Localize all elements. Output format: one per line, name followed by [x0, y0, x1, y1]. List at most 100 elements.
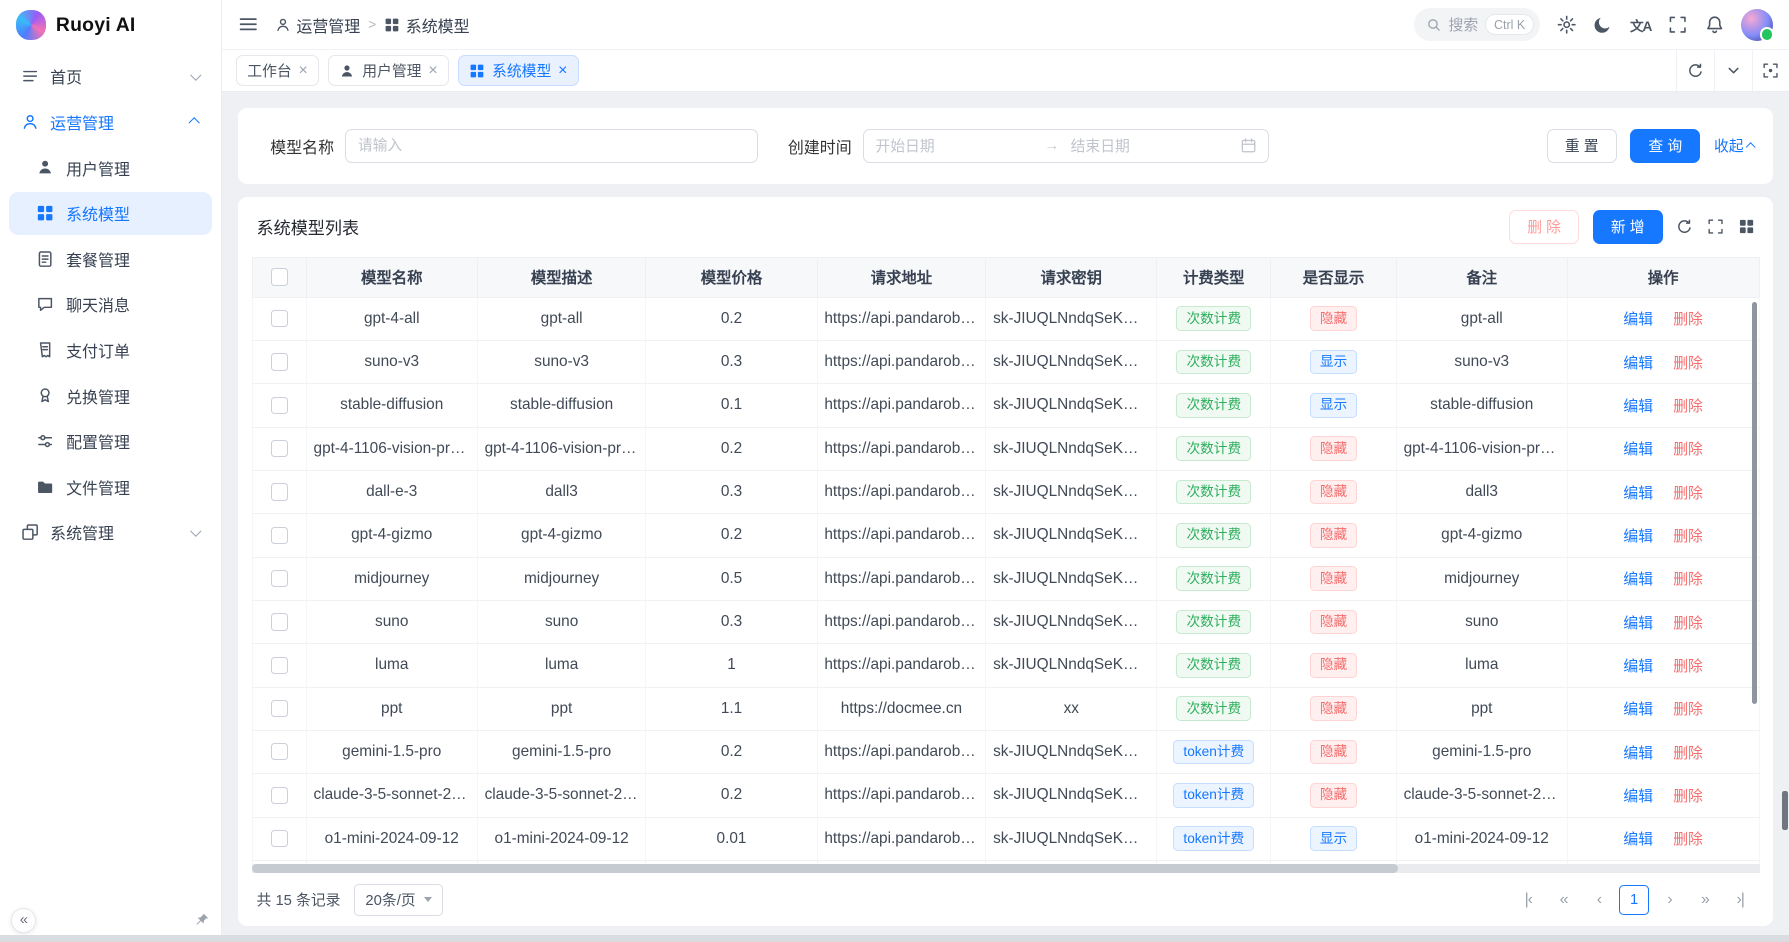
page-size-select[interactable]: 20条/页	[354, 884, 443, 916]
delete-link[interactable]: 删除	[1673, 702, 1703, 718]
delete-link[interactable]: 删除	[1673, 572, 1703, 588]
settings-button[interactable]	[1557, 15, 1576, 34]
first-page-button[interactable]: |‹	[1513, 885, 1543, 915]
table-horizontal-scrollbar[interactable]	[252, 864, 1760, 873]
sidebar-item-config-management[interactable]: 配置管理	[9, 419, 212, 462]
row-checkbox[interactable]	[271, 527, 288, 544]
edit-link[interactable]: 编辑	[1623, 442, 1653, 458]
sidebar-item-package-management[interactable]: 套餐管理	[9, 237, 212, 280]
close-icon[interactable]: ×	[558, 63, 567, 79]
select-all-checkbox[interactable]	[271, 268, 288, 285]
batch-delete-button[interactable]: 删 除	[1509, 210, 1579, 244]
query-button[interactable]: 查 询	[1630, 129, 1700, 163]
edit-link[interactable]: 编辑	[1623, 572, 1653, 588]
row-checkbox[interactable]	[271, 700, 288, 717]
model-name-input[interactable]	[345, 129, 758, 163]
global-search[interactable]: 搜索 Ctrl K	[1414, 8, 1540, 41]
user-avatar[interactable]	[1741, 9, 1773, 41]
edit-link[interactable]: 编辑	[1623, 312, 1653, 328]
delete-link[interactable]: 删除	[1673, 312, 1703, 328]
row-checkbox[interactable]	[271, 613, 288, 630]
visibility-tag: 隐藏	[1310, 566, 1358, 591]
refresh-page-button[interactable]	[1676, 50, 1714, 91]
close-icon[interactable]: ×	[299, 63, 308, 79]
sidebar-item-file-management[interactable]: 文件管理	[9, 465, 212, 508]
row-checkbox[interactable]	[271, 570, 288, 587]
delete-link[interactable]: 删除	[1673, 789, 1703, 805]
edit-link[interactable]: 编辑	[1623, 832, 1653, 848]
pin-sidebar-button[interactable]	[194, 912, 210, 928]
scan-fullscreen-icon	[1762, 62, 1779, 79]
delete-link[interactable]: 删除	[1673, 746, 1703, 762]
delete-link[interactable]: 删除	[1673, 486, 1703, 502]
edit-link[interactable]: 编辑	[1623, 746, 1653, 762]
tab-system-model[interactable]: 系统模型 ×	[458, 55, 579, 86]
jump-back-button[interactable]: «	[1549, 885, 1579, 915]
sidebar-collapse-button[interactable]: «	[11, 908, 36, 933]
content-fullscreen-button[interactable]	[1752, 50, 1789, 91]
collapse-filter-link[interactable]: 收起	[1714, 135, 1755, 156]
close-icon[interactable]: ×	[428, 63, 437, 79]
billing-type-tag: 次数计费	[1176, 480, 1251, 505]
page-scrollbar-thumb[interactable]	[1782, 791, 1788, 830]
delete-link[interactable]: 删除	[1673, 529, 1703, 545]
language-button[interactable]: 文A	[1630, 15, 1651, 35]
edit-link[interactable]: 编辑	[1623, 399, 1653, 415]
edit-link[interactable]: 编辑	[1623, 356, 1653, 372]
edit-link[interactable]: 编辑	[1623, 789, 1653, 805]
row-checkbox[interactable]	[271, 787, 288, 804]
reset-button[interactable]: 重 置	[1547, 129, 1617, 163]
sidebar-item-system-management[interactable]: 系统管理	[9, 511, 212, 554]
jump-forward-button[interactable]: »	[1690, 885, 1720, 915]
current-page[interactable]: 1	[1619, 885, 1649, 915]
next-page-button[interactable]: ›	[1655, 885, 1685, 915]
sidebar-item-home[interactable]: 首页	[9, 55, 212, 98]
sidebar-item-user-management[interactable]: 用户管理	[9, 146, 212, 189]
billing-type-tag: 次数计费	[1176, 566, 1251, 591]
last-page-button[interactable]: ›|	[1725, 885, 1755, 915]
delete-link[interactable]: 删除	[1673, 356, 1703, 372]
sidebar-item-payment-orders[interactable]: 支付订单	[9, 328, 212, 371]
date-range-picker[interactable]: 开始日期 → 结束日期	[863, 129, 1269, 163]
prev-page-button[interactable]: ‹	[1584, 885, 1614, 915]
dark-mode-button[interactable]	[1593, 15, 1612, 34]
row-checkbox[interactable]	[271, 743, 288, 760]
delete-link[interactable]: 删除	[1673, 832, 1703, 848]
edit-link[interactable]: 编辑	[1623, 486, 1653, 502]
edit-link[interactable]: 编辑	[1623, 616, 1653, 632]
table-vertical-scrollbar[interactable]	[1752, 302, 1758, 703]
sidebar-item-chat-messages[interactable]: 聊天消息	[9, 283, 212, 326]
tab-actions-dropdown[interactable]	[1714, 50, 1752, 91]
delete-link[interactable]: 删除	[1673, 442, 1703, 458]
sidebar-item-system-model[interactable]: 系统模型	[9, 192, 212, 235]
row-checkbox[interactable]	[271, 440, 288, 457]
row-checkbox[interactable]	[271, 397, 288, 414]
sidebar-toggle-button[interactable]	[238, 14, 259, 35]
row-checkbox[interactable]	[271, 310, 288, 327]
table-fullscreen-button[interactable]	[1707, 218, 1724, 235]
add-button[interactable]: 新 增	[1593, 210, 1663, 244]
refresh-table-button[interactable]	[1676, 218, 1693, 235]
tab-user-management[interactable]: 用户管理 ×	[328, 55, 449, 86]
breadcrumb-operations[interactable]: 运营管理	[275, 13, 360, 37]
row-checkbox[interactable]	[271, 830, 288, 847]
calendar-icon	[1240, 137, 1257, 154]
sidebar-item-exchange-management[interactable]: 兑换管理	[9, 374, 212, 417]
delete-link[interactable]: 删除	[1673, 616, 1703, 632]
column-settings-button[interactable]	[1738, 218, 1755, 235]
notifications-button[interactable]	[1705, 15, 1724, 34]
chevron-down-icon	[1725, 62, 1742, 79]
delete-link[interactable]: 删除	[1673, 399, 1703, 415]
edit-link[interactable]: 编辑	[1623, 659, 1653, 675]
chevron-down-icon	[191, 67, 199, 85]
row-checkbox[interactable]	[271, 353, 288, 370]
row-checkbox[interactable]	[271, 657, 288, 674]
row-checkbox[interactable]	[271, 483, 288, 500]
breadcrumb-system-model[interactable]: 系统模型	[384, 13, 469, 37]
edit-link[interactable]: 编辑	[1623, 702, 1653, 718]
fullscreen-button[interactable]	[1668, 15, 1687, 34]
tab-workbench[interactable]: 工作台 ×	[236, 55, 319, 86]
edit-link[interactable]: 编辑	[1623, 529, 1653, 545]
sidebar-item-operations[interactable]: 运营管理	[9, 100, 212, 143]
delete-link[interactable]: 删除	[1673, 659, 1703, 675]
